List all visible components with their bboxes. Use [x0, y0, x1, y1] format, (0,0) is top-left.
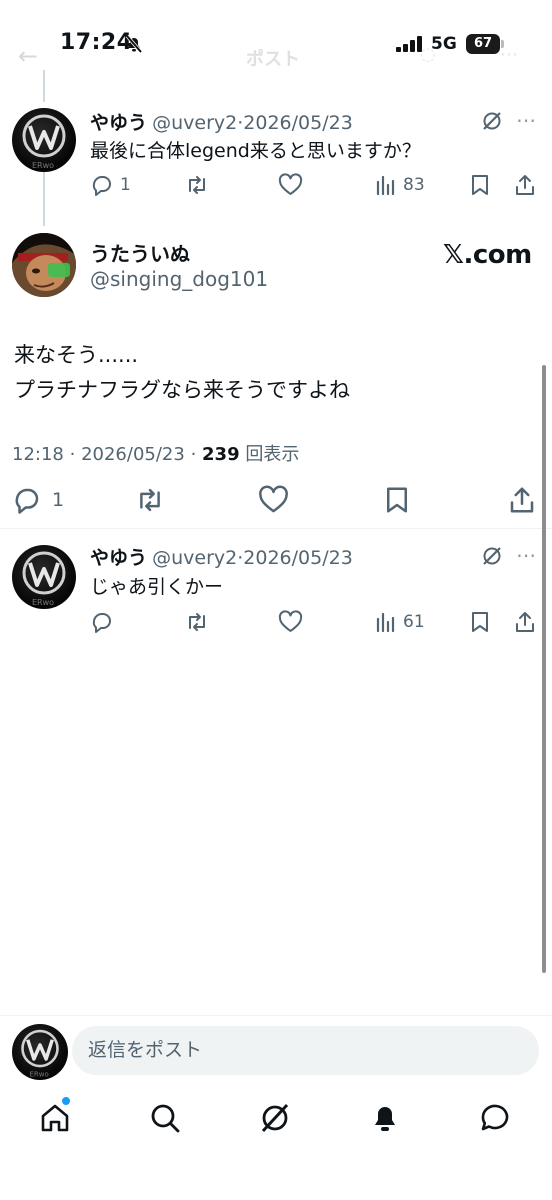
repost-button[interactable] [184, 173, 210, 197]
repost-icon [189, 613, 205, 631]
scrollbar[interactable] [542, 365, 546, 973]
reply-icon [15, 488, 39, 514]
thread-line-connector [43, 172, 45, 226]
notification-dot [62, 1097, 70, 1105]
heart-icon [259, 485, 288, 513]
search-icon [151, 1104, 180, 1133]
page-title: ポスト [246, 49, 300, 70]
share-button[interactable] [507, 485, 537, 515]
nav-action-icon[interactable]: ◌ [420, 44, 436, 65]
svg-text:ERwo: ERwo [32, 598, 54, 607]
analytics-icon [376, 612, 395, 633]
avatar-uvery2[interactable]: ERwo [12, 545, 76, 609]
author-name[interactable]: うたういぬ [90, 238, 190, 267]
bell-icon [375, 1107, 395, 1131]
view-count: 83 [403, 175, 425, 195]
my-avatar[interactable]: ERwo [12, 1024, 68, 1080]
svg-text:ERwo: ERwo [30, 1071, 49, 1079]
heart-icon [278, 610, 303, 632]
views-label: 回表示 [245, 444, 300, 465]
x-com-watermark: 𝕏.com [443, 240, 532, 270]
repost-button[interactable] [134, 485, 166, 515]
meta-separator: · [69, 444, 76, 465]
reply-icon [92, 612, 111, 633]
author-name[interactable]: やゆう [90, 112, 147, 134]
avatar-uvery2[interactable]: ERwo [12, 108, 76, 172]
reply-button[interactable]: 1 [12, 485, 64, 515]
parent-post-header: やゆう @uvery2·2026/05/23 [90, 108, 353, 135]
bookmark-button[interactable] [383, 485, 411, 515]
svg-text:ERwo: ERwo [32, 161, 54, 170]
post-date: 2026/05/23 [81, 444, 185, 465]
grok-icon [261, 1103, 289, 1133]
share-icon [516, 175, 534, 195]
battery-level: 67 [466, 34, 500, 54]
reply-button[interactable]: 1 [90, 173, 131, 197]
bookmark-icon [472, 612, 488, 632]
views-button[interactable]: 83 [375, 173, 425, 197]
like-button[interactable] [278, 173, 303, 197]
bookmark-button[interactable] [469, 173, 491, 197]
reply-icon [92, 175, 111, 196]
reply-button[interactable] [90, 610, 114, 634]
reply-count: 1 [120, 175, 131, 195]
post-meta: 12:18 · 2026/05/23 · 239 回表示 [12, 440, 299, 466]
views-number: 239 [202, 444, 240, 465]
divider [0, 528, 552, 529]
heart-icon [278, 173, 303, 195]
like-button[interactable] [278, 610, 303, 634]
reply-input[interactable]: 返信をポスト [72, 1026, 539, 1075]
reply-post-header: やゆう @uvery2·2026/05/23 [90, 543, 353, 570]
status-time: 17:24 [60, 30, 133, 55]
post-text: じゃあ引くかー [90, 576, 224, 598]
tab-home[interactable] [38, 1101, 72, 1135]
thread-line-top [43, 70, 45, 102]
bookmark-icon [387, 487, 407, 513]
post-date[interactable]: 2026/05/23 [243, 547, 353, 569]
more-options-icon[interactable]: ⋯ [516, 108, 536, 132]
tab-messages[interactable] [478, 1101, 512, 1135]
share-button[interactable] [513, 610, 537, 634]
nav-more-icon[interactable]: ⋯ [500, 44, 518, 65]
bookmark-icon [472, 175, 488, 195]
author-handle[interactable]: @uvery2 [152, 112, 237, 134]
composer-divider [0, 1015, 552, 1016]
author-handle[interactable]: @singing_dog101 [90, 267, 268, 291]
tab-grok[interactable] [258, 1101, 292, 1135]
message-icon [481, 1104, 509, 1131]
post-text-line: 来なそう...... [14, 343, 139, 367]
grok-icon[interactable] [481, 110, 503, 132]
bookmark-button[interactable] [469, 610, 491, 634]
repost-icon [189, 176, 205, 194]
post-date[interactable]: 2026/05/23 [243, 112, 353, 134]
share-icon [516, 612, 534, 632]
views-button[interactable]: 61 [375, 610, 425, 634]
author-name[interactable]: やゆう [90, 547, 147, 569]
more-options-icon[interactable]: ⋯ [516, 543, 536, 567]
analytics-icon [376, 175, 395, 196]
share-icon [510, 487, 534, 513]
repost-icon [140, 488, 160, 512]
post-text-line: プラチナフラグなら来そうですよね [14, 378, 350, 402]
tab-notifications[interactable] [368, 1101, 402, 1135]
like-button[interactable] [258, 485, 289, 515]
share-button[interactable] [513, 173, 537, 197]
author-handle[interactable]: @uvery2 [152, 547, 237, 569]
post-text: 最後に合体legend来ると思いますか？ [90, 140, 421, 162]
repost-button[interactable] [184, 610, 210, 634]
view-count: 61 [403, 612, 425, 632]
home-icon [41, 1104, 69, 1132]
grok-icon[interactable] [481, 545, 503, 567]
post-time: 12:18 [12, 444, 64, 465]
tab-search[interactable] [148, 1101, 182, 1135]
main-post-text: 来なそう...... プラチナフラグなら来そうですよね [14, 338, 350, 408]
meta-separator: · [190, 444, 197, 465]
reply-count: 1 [52, 489, 65, 511]
back-arrow-icon[interactable]: ← [18, 42, 38, 70]
avatar-singing-dog[interactable] [12, 233, 76, 297]
silent-mode-icon [124, 34, 144, 54]
